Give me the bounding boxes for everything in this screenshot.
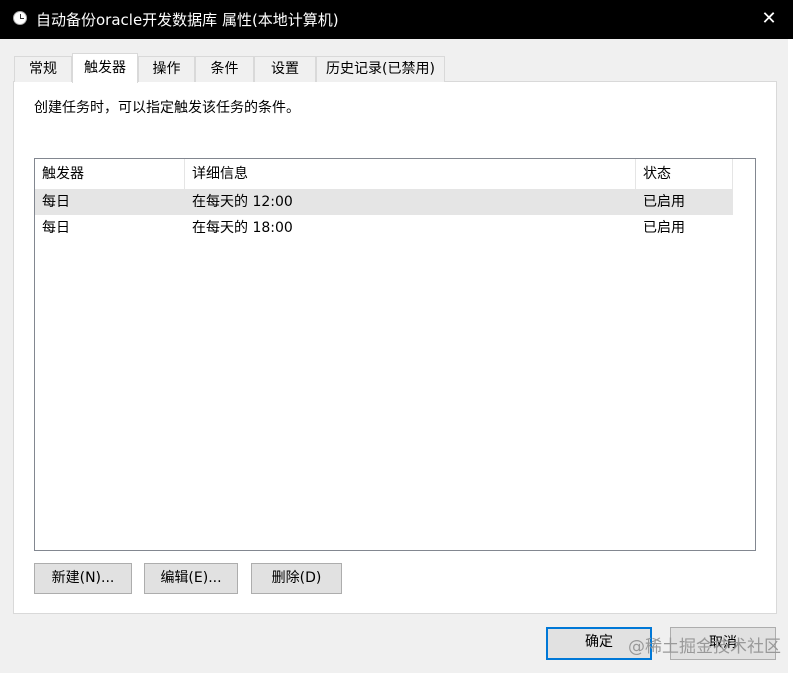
edit-trigger-button[interactable]: 编辑(E)... bbox=[144, 563, 238, 594]
column-header-trigger[interactable]: 触发器 bbox=[35, 159, 185, 189]
title-bar: 自动备份oracle开发数据库 属性(本地计算机) ✕ bbox=[0, 0, 793, 39]
tab-general[interactable]: 常规 bbox=[14, 56, 72, 82]
tab-triggers[interactable]: 触发器 bbox=[72, 53, 138, 83]
tab-actions[interactable]: 操作 bbox=[138, 56, 195, 82]
close-button[interactable]: ✕ bbox=[757, 5, 781, 33]
clock-icon bbox=[13, 11, 27, 25]
tab-settings[interactable]: 设置 bbox=[254, 56, 316, 82]
column-header-status[interactable]: 状态 bbox=[636, 159, 733, 189]
row-details: 在每天的 18:00 bbox=[192, 220, 293, 236]
trigger-list[interactable]: 触发器 详细信息 状态 每日 在每天的 12:00 已启用 每日 在每天的 18… bbox=[34, 158, 756, 551]
tab-conditions[interactable]: 条件 bbox=[195, 56, 254, 82]
table-row[interactable]: 每日 在每天的 18:00 已启用 bbox=[35, 215, 733, 241]
window-edge bbox=[788, 39, 793, 673]
list-header: 触发器 详细信息 状态 bbox=[35, 159, 735, 189]
new-trigger-button[interactable]: 新建(N)... bbox=[34, 563, 132, 594]
table-row[interactable]: 每日 在每天的 12:00 已启用 bbox=[35, 189, 733, 215]
window-title: 自动备份oracle开发数据库 属性(本地计算机) bbox=[36, 11, 339, 29]
row-status: 已启用 bbox=[643, 194, 685, 210]
column-header-details[interactable]: 详细信息 bbox=[185, 159, 636, 189]
row-trigger: 每日 bbox=[42, 220, 70, 236]
delete-trigger-button[interactable]: 删除(D) bbox=[251, 563, 342, 594]
trigger-description: 创建任务时，可以指定触发该任务的条件。 bbox=[34, 100, 300, 116]
row-status: 已启用 bbox=[643, 220, 685, 236]
tab-history[interactable]: 历史记录(已禁用) bbox=[316, 56, 445, 82]
watermark: @稀土掘金技术社区 bbox=[628, 637, 781, 657]
row-details: 在每天的 12:00 bbox=[192, 194, 293, 210]
row-trigger: 每日 bbox=[42, 194, 70, 210]
